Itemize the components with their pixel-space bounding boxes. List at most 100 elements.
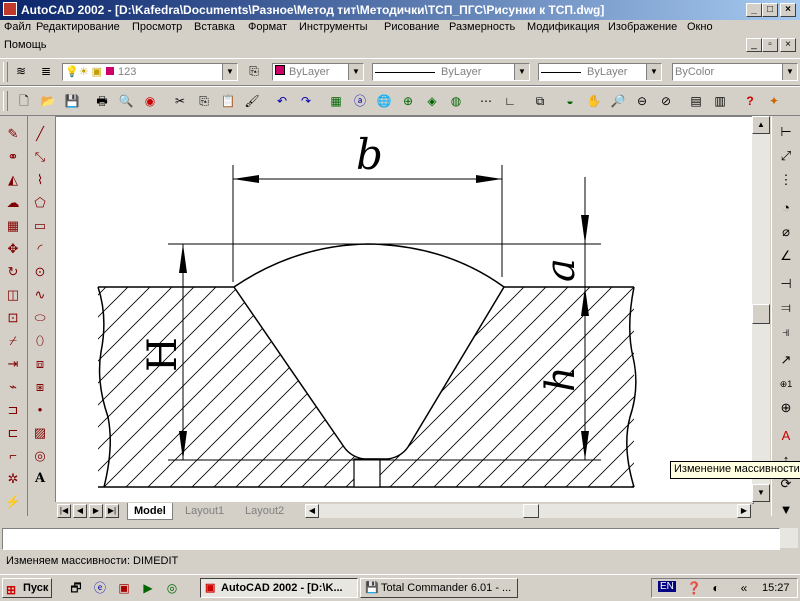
radius-dimension-icon[interactable]: ◔ <box>776 198 796 218</box>
menu-tools[interactable]: Инструменты <box>299 21 368 33</box>
ucs-icon[interactable]: ∟ <box>502 93 518 109</box>
chevron-down-icon[interactable]: ▼ <box>782 64 797 80</box>
multiline-text-icon[interactable]: A <box>30 469 50 489</box>
zoom-previous-icon[interactable]: ⊘ <box>658 93 674 109</box>
undo-icon[interactable]: ↶ <box>274 93 290 109</box>
scroll-thumb[interactable] <box>752 304 770 324</box>
diameter-dimension-icon[interactable]: ⌀ <box>776 222 796 242</box>
scroll-right-button[interactable]: ▶ <box>737 504 751 518</box>
meet-now-icon[interactable]: ⓐ <box>352 93 368 109</box>
scroll-h-thumb[interactable] <box>523 504 539 518</box>
chamfer-icon[interactable]: ⊐ <box>3 400 23 420</box>
menu-window[interactable]: Окно <box>687 21 713 33</box>
construction-line-icon[interactable]: ⤡ <box>30 147 50 167</box>
tray-arrow-icon[interactable]: « <box>736 580 752 596</box>
publish-icon[interactable]: ◉ <box>142 93 158 109</box>
ellipse-icon[interactable]: ⬯ <box>30 331 50 351</box>
menu-image[interactable]: Изображение <box>608 21 677 33</box>
layer-previous-icon[interactable]: ≣ <box>38 63 54 79</box>
quick-leader-icon[interactable]: ↗ <box>776 350 796 370</box>
polygon-icon[interactable]: ⬠ <box>30 193 50 213</box>
close-button[interactable]: × <box>780 3 796 17</box>
lineweight-dropdown[interactable]: ByLayer ▼ <box>538 63 662 81</box>
offset-icon[interactable]: ☁ <box>3 193 23 213</box>
doc-restore-button[interactable]: ▫ <box>762 38 778 52</box>
design-center-icon[interactable]: ▥ <box>712 93 728 109</box>
next-tab-button[interactable]: ▶ <box>89 504 103 518</box>
redo-icon[interactable]: ↷ <box>298 93 314 109</box>
rectangle-icon[interactable]: ▭ <box>30 216 50 236</box>
break-icon[interactable]: ⌁ <box>3 377 23 397</box>
print-icon[interactable]: 🖶 <box>94 93 110 109</box>
explode-icon[interactable]: ⚡ <box>3 492 23 512</box>
pan-realtime-icon[interactable]: ✋ <box>586 93 602 109</box>
doc-close-button[interactable]: × <box>780 38 796 52</box>
help-tray-icon[interactable]: ❓ <box>686 580 702 596</box>
task-total-commander[interactable]: 💾 Total Commander 6.01 - ... <box>360 578 518 598</box>
horizontal-scrollbar[interactable]: ◀ ▶ <box>305 504 751 518</box>
maximize-button[interactable]: □ <box>762 3 778 17</box>
print-preview-icon[interactable]: 🔍 <box>118 93 134 109</box>
layer-manager-icon[interactable]: ≋ <box>13 63 29 79</box>
chevron-down-icon[interactable]: ▼ <box>514 64 529 80</box>
layer-dropdown[interactable]: 💡☀ ▣ 123 ▼ <box>62 63 238 81</box>
doc-minimize-button[interactable]: _ <box>746 38 762 52</box>
command-line[interactable]: Изменяем массивности: DIMEDIT <box>6 555 178 567</box>
extend-icon[interactable]: ⇥ <box>3 354 23 374</box>
today-icon[interactable]: ▦ <box>328 93 344 109</box>
plotstyle-dropdown[interactable]: ByColor ▼ <box>672 63 798 81</box>
dimension-style-icon[interactable]: ▼ <box>776 500 796 520</box>
fillet-icon[interactable]: ⊏ <box>3 423 23 443</box>
autocad-app-icon[interactable] <box>3 2 17 16</box>
baseline-dimension-icon[interactable]: ⫤ <box>776 298 796 318</box>
menu-dimension[interactable]: Размерность <box>449 21 515 33</box>
paste-icon[interactable]: 📋 <box>220 93 236 109</box>
tray-app-icon[interactable]: ◐ <box>708 580 724 596</box>
chevron-down-icon[interactable]: ▼ <box>646 64 661 80</box>
quicklaunch-other-icon[interactable]: ◎ <box>164 580 180 596</box>
vertical-scrollbar[interactable]: ▲ ▼ <box>752 116 770 502</box>
match-properties-icon[interactable]: 🖌 <box>244 93 260 109</box>
save-icon[interactable]: 💾 <box>64 93 80 109</box>
menu-view[interactable]: Просмотр <box>132 21 182 33</box>
task-autocad[interactable]: ▣ AutoCAD 2002 - [D:\K... <box>200 578 358 598</box>
tab-layout2[interactable]: Layout2 <box>239 503 290 519</box>
copy-icon[interactable]: ⎘ <box>196 93 212 109</box>
hatch-icon[interactable]: ▨ <box>30 423 50 443</box>
quick-dimension-icon[interactable]: ⊣ <box>776 274 796 294</box>
menu-insert[interactable]: Вставка <box>194 21 235 33</box>
chevron-down-icon[interactable]: ▼ <box>222 64 237 80</box>
menu-modify[interactable]: Модификация <box>527 21 600 33</box>
make-object-layer-current-icon[interactable]: ⎘ <box>246 63 262 79</box>
zoom-window-icon[interactable]: ⊖ <box>634 93 650 109</box>
first-tab-button[interactable]: |◀ <box>57 504 71 518</box>
move-icon[interactable]: ✥ <box>3 239 23 259</box>
last-tab-button[interactable]: ▶| <box>105 504 119 518</box>
named-views-icon[interactable]: ⧉ <box>532 93 548 109</box>
quicklaunch-ie-icon[interactable]: ⓔ <box>92 580 108 596</box>
drawing-canvas[interactable]: b H a h <box>55 116 754 504</box>
properties-icon[interactable]: ▤ <box>688 93 704 109</box>
circle-icon[interactable]: ⊙ <box>30 262 50 282</box>
stretch-icon[interactable]: ⊡ <box>3 308 23 328</box>
express-tools-icon[interactable]: ✦ <box>766 93 782 109</box>
center-mark-icon[interactable]: ⊕ <box>776 398 796 418</box>
menu-help[interactable]: Помощь <box>4 39 47 51</box>
scale-icon[interactable]: ◫ <box>3 285 23 305</box>
zoom-realtime-icon[interactable]: 🔎 <box>610 93 626 109</box>
quicklaunch-desktop-icon[interactable]: 🗗 <box>68 580 84 596</box>
scroll-up-button[interactable]: ▲ <box>752 116 770 134</box>
language-indicator[interactable]: EN <box>658 581 676 592</box>
toolbar-grip[interactable] <box>3 62 8 82</box>
web-icon[interactable]: 🌐 <box>376 93 392 109</box>
open-file-icon[interactable]: 📂 <box>40 93 56 109</box>
menu-edit[interactable]: Редактирование <box>36 21 120 33</box>
aligned-dimension-icon[interactable]: ⤢ <box>776 146 796 166</box>
browse-web-icon[interactable]: ◍ <box>448 93 464 109</box>
minimize-button[interactable]: _ <box>746 3 762 17</box>
region-icon[interactable]: ◎ <box>30 446 50 466</box>
spline-icon[interactable]: ⬭ <box>30 308 50 328</box>
hyperlink-icon[interactable]: ⊕ <box>400 93 416 109</box>
3d-orbit-icon[interactable]: ◒ <box>562 93 578 109</box>
tab-model[interactable]: Model <box>127 503 173 520</box>
